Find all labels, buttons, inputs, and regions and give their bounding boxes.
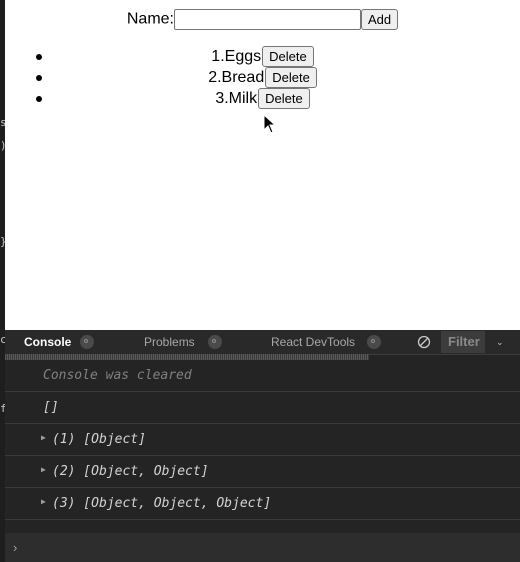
item-list: 1.Eggs Delete 2.Bread Delete 3.Milk Delete — [5, 46, 520, 109]
prompt-chevron-icon: › — [13, 540, 18, 555]
expand-arrow-icon[interactable]: ▶ — [41, 497, 46, 506]
item-text: 2.Bread — [208, 69, 265, 86]
delete-button[interactable]: Delete — [262, 46, 314, 67]
console-message-text: (1) [Object] — [52, 432, 146, 447]
console-message[interactable]: ▶ (1) [Object] — [5, 424, 520, 456]
item-text: 3.Milk — [215, 90, 258, 107]
list-item: 2.Bread Delete — [5, 67, 520, 88]
console-message-text: (2) [Object, Object] — [52, 464, 209, 479]
app-preview: Name: Add 1.Eggs Delete 2.Bread Delete 3.Mi… — [5, 0, 520, 330]
delete-button[interactable]: Delete — [258, 88, 310, 109]
console-message[interactable]: [] — [5, 392, 520, 424]
console-message[interactable]: ▶ (2) [Object, Object] — [5, 456, 520, 488]
list-item: 3.Milk Delete — [5, 88, 520, 109]
item-text: 1.Eggs — [211, 48, 262, 65]
name-input[interactable] — [173, 9, 361, 30]
console-message-text: Console was cleared — [43, 368, 192, 383]
tab-react-devtools[interactable]: React DevTools — [271, 335, 355, 349]
react-count-badge — [367, 335, 381, 349]
devtools-tab-bar: Console Problems React DevTools Filter ⌄ — [5, 330, 520, 355]
console-prompt[interactable]: › — [5, 533, 520, 562]
list-item: 1.Eggs Delete — [5, 46, 520, 67]
tab-console[interactable]: Console — [24, 335, 71, 349]
add-button[interactable]: Add — [360, 9, 399, 30]
tab-problems[interactable]: Problems — [144, 335, 195, 349]
console-message-text: (3) [Object, Object, Object] — [52, 496, 272, 511]
console-message-text: [] — [43, 400, 59, 415]
clear-console-icon[interactable] — [417, 335, 431, 349]
add-item-form: Name: Add — [5, 9, 520, 30]
expand-arrow-icon[interactable]: ▶ — [41, 465, 46, 474]
delete-button[interactable]: Delete — [265, 67, 317, 88]
console-count-badge — [80, 335, 94, 349]
filter-input[interactable]: Filter — [441, 331, 485, 353]
console-message: Console was cleared — [5, 360, 520, 392]
problems-count-badge — [208, 335, 222, 349]
devtools-panel: Console Problems React DevTools Filter ⌄… — [5, 330, 520, 562]
chevron-down-icon[interactable]: ⌄ — [496, 337, 504, 348]
console-message[interactable]: ▶ (3) [Object, Object, Object] — [5, 488, 520, 520]
name-label: Name: — [126, 10, 174, 28]
expand-arrow-icon[interactable]: ▶ — [41, 433, 46, 442]
mouse-cursor-icon — [263, 114, 277, 134]
